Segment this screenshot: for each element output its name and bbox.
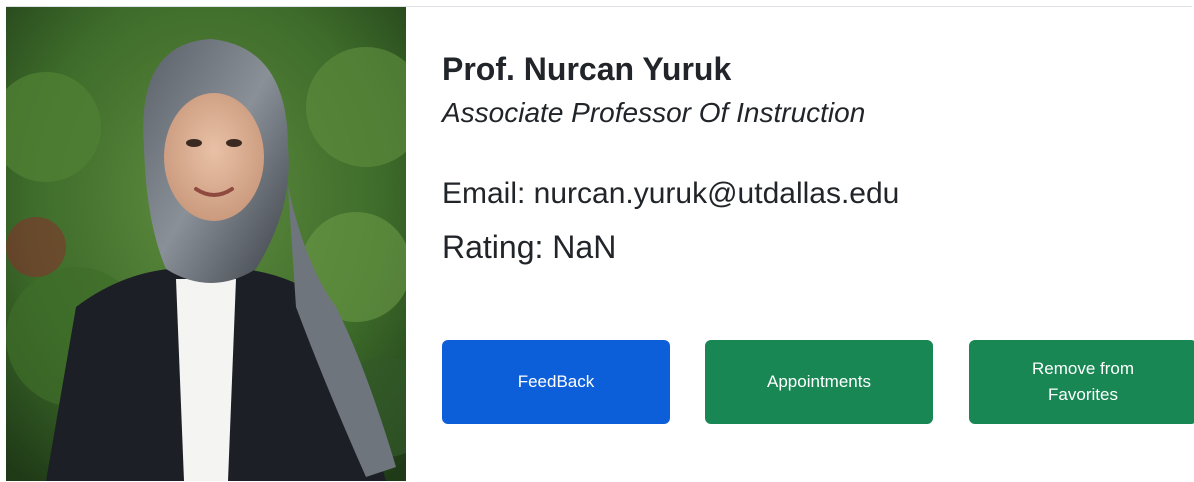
feedback-button[interactable]: FeedBack [442,340,670,424]
professor-name: Prof. Nurcan Yuruk [442,51,732,87]
professor-email: Email: nurcan.yuruk@utdallas.edu [442,177,900,210]
remove-from-favorites-button[interactable]: Remove from Favorites [969,340,1194,424]
professor-photo [6,7,406,481]
professor-card: Prof. Nurcan Yuruk Associate Professor O… [6,6,1194,481]
professor-info: Prof. Nurcan Yuruk Associate Professor O… [442,7,1194,480]
appointments-button[interactable]: Appointments [705,340,933,424]
professor-title: Associate Professor Of Instruction [442,97,866,128]
professor-rating: Rating: NaN [442,229,617,265]
